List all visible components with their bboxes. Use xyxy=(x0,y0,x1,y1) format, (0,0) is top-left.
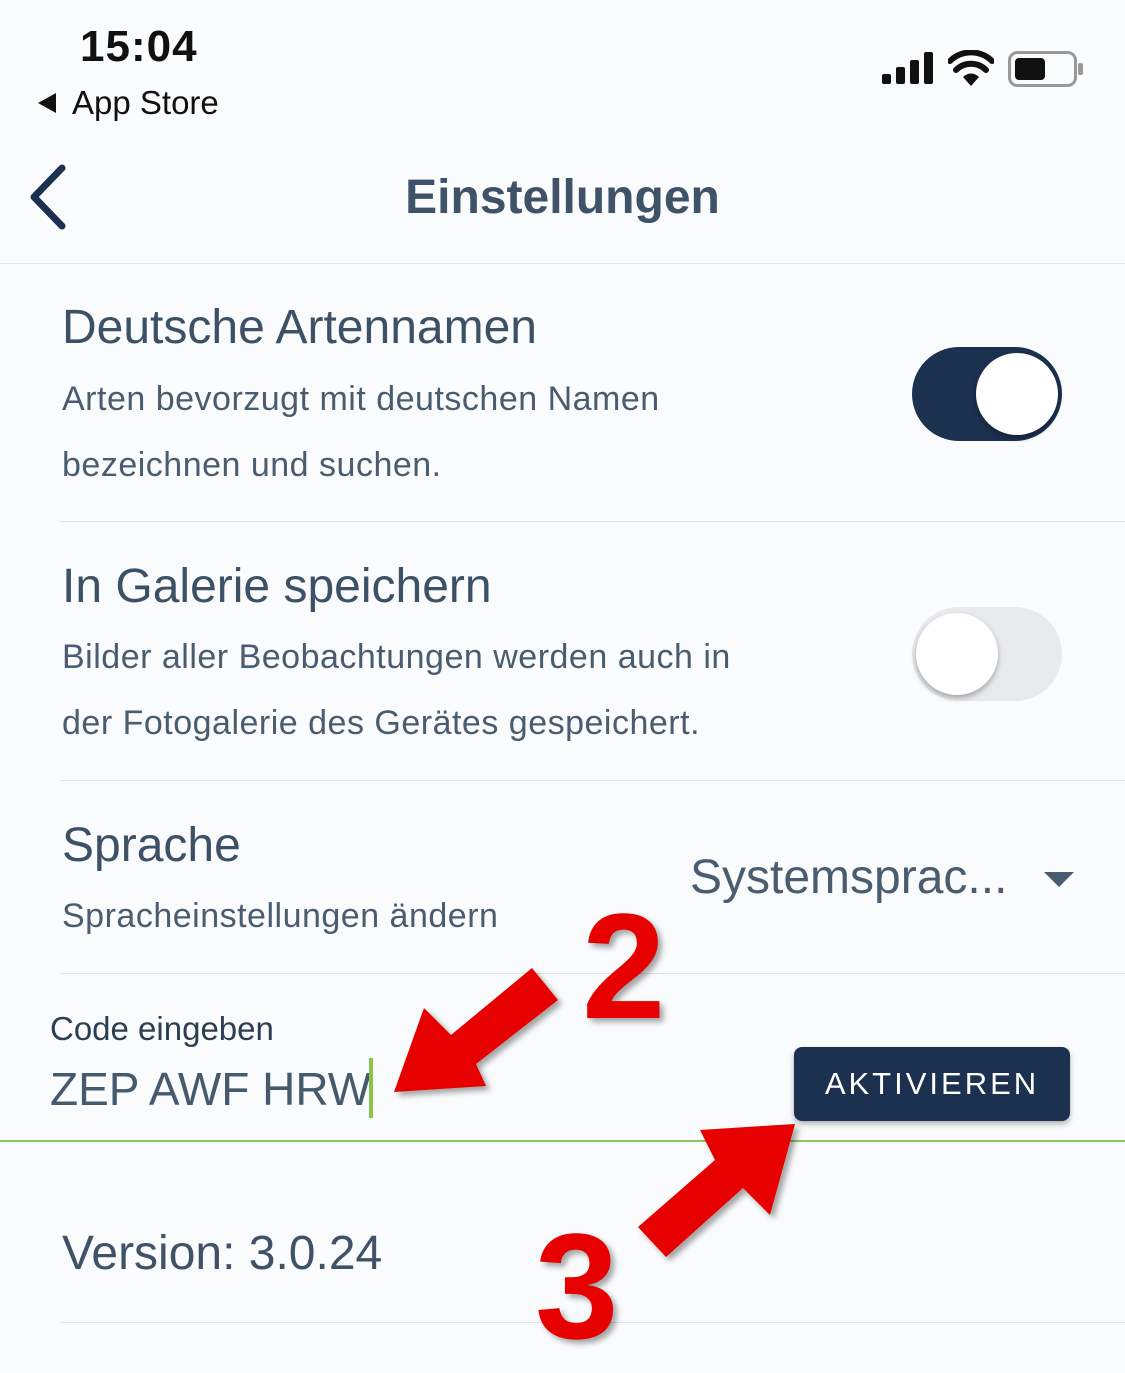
battery-icon xyxy=(1008,51,1083,87)
save-gallery-toggle[interactable] xyxy=(912,607,1062,701)
setting-language-title: Sprache xyxy=(62,819,241,872)
cellular-signal-icon xyxy=(882,52,933,84)
back-to-app-link[interactable]: App Store xyxy=(38,84,219,122)
desc-line: bezeichnen und suchen. xyxy=(62,446,442,484)
code-input[interactable] xyxy=(50,1062,380,1116)
row-divider xyxy=(60,521,1125,522)
toggle-knob xyxy=(976,353,1058,435)
code-input-label: Code eingeben xyxy=(50,1010,274,1047)
arrow-to-activate-button-icon xyxy=(638,1124,795,1257)
setting-save-gallery-desc: Bilder aller Beobachtungen werden auch i… xyxy=(62,624,731,756)
annotation-step-3: 3 xyxy=(535,1202,619,1370)
setting-german-names-title: Deutsche Artennamen xyxy=(62,301,537,354)
desc-line: Bilder aller Beobachtungen werden auch i… xyxy=(62,638,731,676)
setting-german-names-desc: Arten bevorzugt mit deutschen Namen beze… xyxy=(62,366,660,498)
arrow-to-code-input-icon xyxy=(394,968,558,1092)
german-names-toggle[interactable] xyxy=(912,347,1062,441)
text-cursor xyxy=(369,1058,373,1118)
code-input-underline xyxy=(0,1140,1125,1142)
setting-language-desc: Spracheinstellungen ändern xyxy=(62,897,499,935)
setting-save-gallery-title: In Galerie speichern xyxy=(62,560,492,613)
desc-line: der Fotogalerie des Gerätes gespeichert. xyxy=(62,704,701,742)
status-time: 15:04 xyxy=(80,22,198,71)
wifi-icon xyxy=(948,50,994,86)
app-version: Version: 3.0.24 xyxy=(62,1227,383,1280)
back-triangle-icon xyxy=(38,93,56,113)
activate-button[interactable]: AKTIVIEREN xyxy=(794,1047,1070,1121)
header-divider xyxy=(0,263,1125,264)
back-app-label: App Store xyxy=(72,84,219,121)
annotation-step-2: 2 xyxy=(582,882,666,1050)
dropdown-caret-icon[interactable] xyxy=(1044,872,1074,887)
toggle-knob xyxy=(916,613,998,695)
row-divider xyxy=(60,780,1125,781)
page-title: Einstellungen xyxy=(405,171,720,224)
desc-line: Arten bevorzugt mit deutschen Namen xyxy=(62,380,660,418)
language-select[interactable]: Systemsprac... xyxy=(690,850,1007,905)
